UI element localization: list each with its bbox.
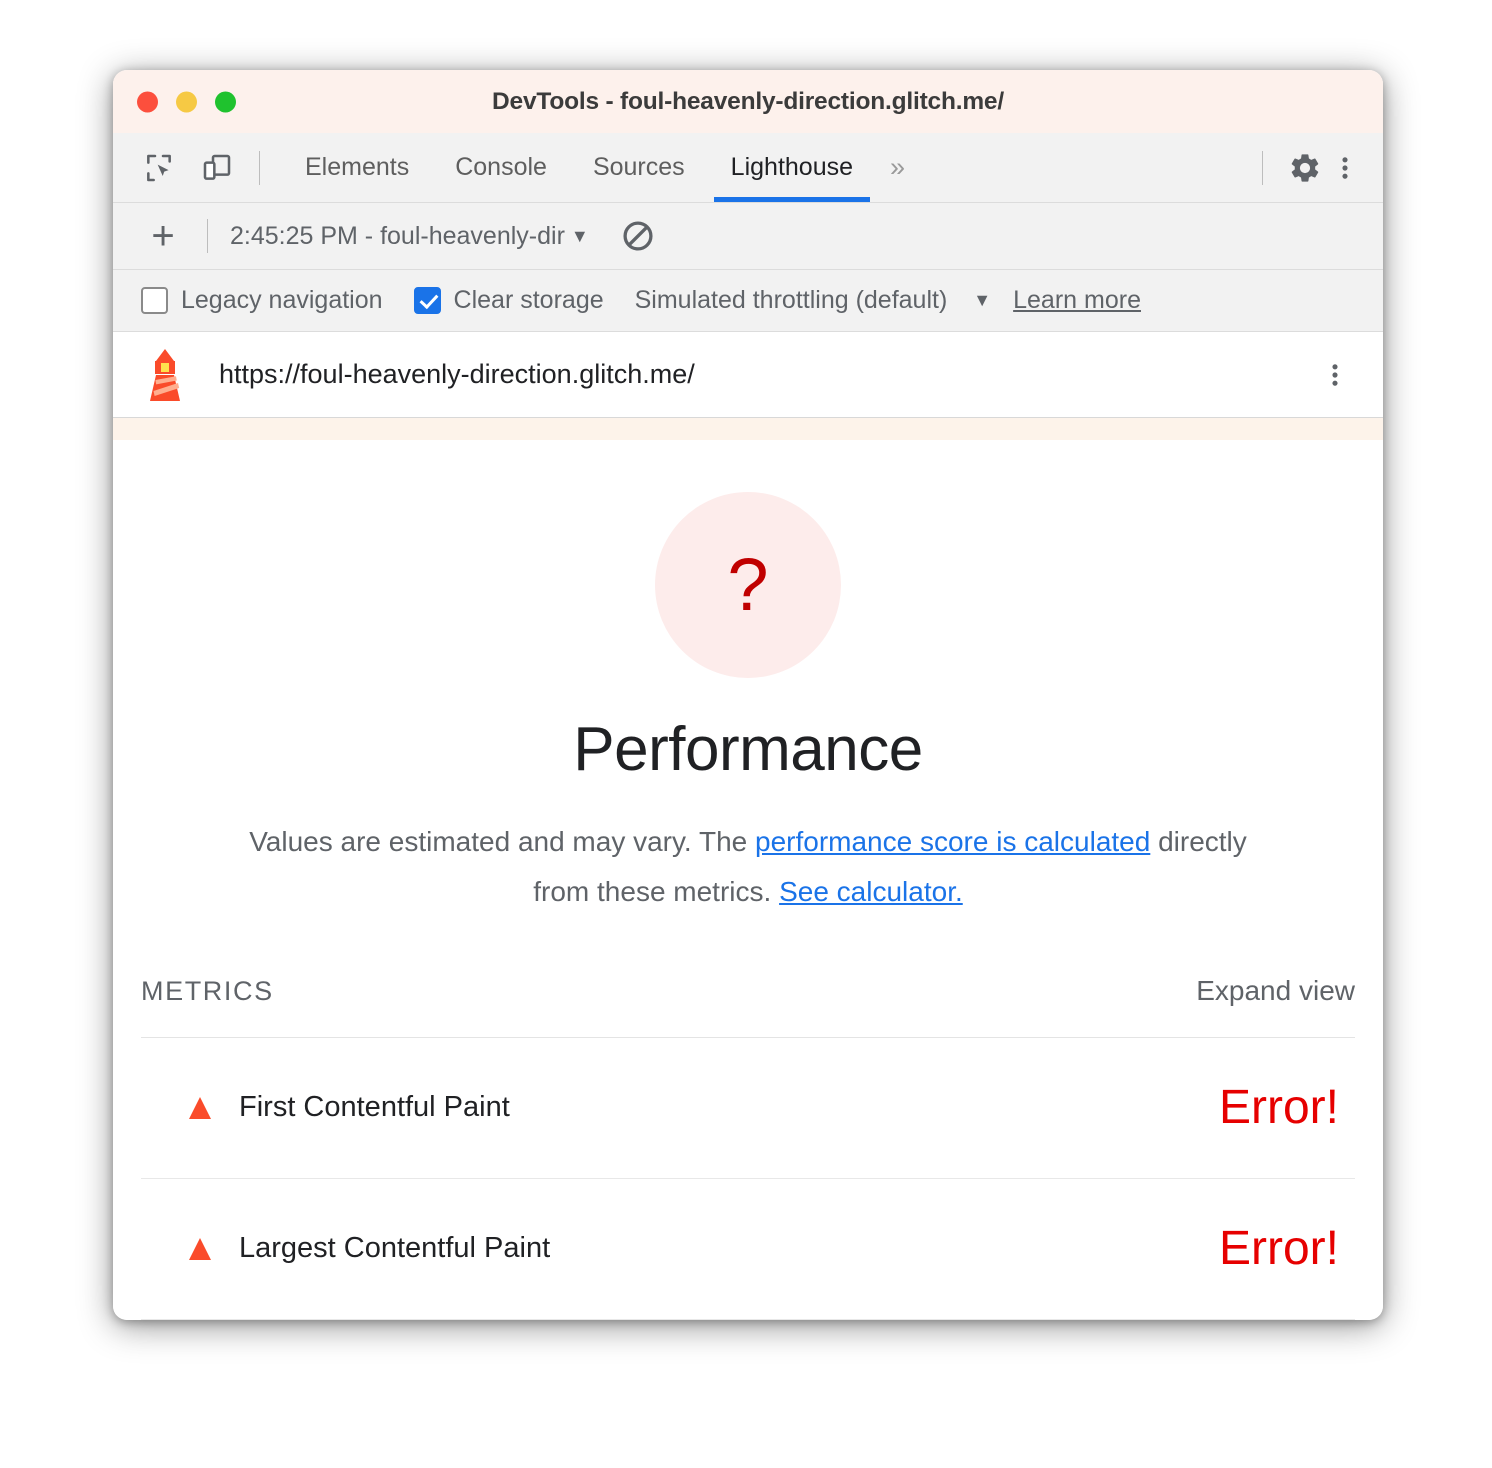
error-triangle-icon: [187, 1236, 213, 1262]
tab-elements[interactable]: Elements: [282, 133, 432, 202]
legacy-navigation-checkbox[interactable]: [141, 287, 168, 314]
devtools-window: DevTools - foul-heavenly-direction.glitc…: [113, 70, 1383, 1320]
performance-score-gauge: ?: [655, 492, 841, 678]
tab-sources[interactable]: Sources: [570, 133, 708, 202]
report-header-accent-band: [113, 418, 1383, 440]
category-description: Values are estimated and may vary. The p…: [243, 817, 1253, 917]
performance-score-link[interactable]: performance score is calculated: [755, 826, 1150, 857]
window-title: DevTools - foul-heavenly-direction.glitc…: [492, 87, 1004, 115]
clear-storage-label: Clear storage: [453, 286, 604, 314]
run-history-dropdown[interactable]: 2:45:25 PM - foul-heavenly-dir ▼: [230, 222, 589, 251]
close-button[interactable]: [137, 91, 158, 112]
clear-storage-checkbox[interactable]: [413, 287, 441, 314]
more-tabs-chevron-icon[interactable]: »: [876, 133, 919, 202]
expand-view-toggle[interactable]: Expand view: [1196, 975, 1355, 1007]
legacy-navigation-option[interactable]: Legacy navigation: [141, 286, 383, 315]
gear-icon[interactable]: [1285, 148, 1325, 188]
metric-label: Largest Contentful Paint: [239, 1232, 551, 1265]
minimize-button[interactable]: [176, 91, 197, 112]
table-row[interactable]: Largest Contentful Paint Error!: [141, 1179, 1355, 1320]
chevron-down-icon: ▼: [570, 225, 589, 246]
lighthouse-options-bar: Legacy navigation Clear storage Simulate…: [113, 270, 1383, 332]
run-history-value: 2:45:25 PM - foul-heavenly-dir: [230, 221, 565, 250]
lighthouse-icon: [143, 347, 193, 403]
throttling-dropdown[interactable]: Simulated throttling (default) ▼: [635, 286, 992, 315]
report-url: https://foul-heavenly-direction.glitch.m…: [219, 359, 695, 389]
inspect-element-icon[interactable]: [139, 148, 179, 188]
clear-reports-button[interactable]: [617, 215, 659, 257]
table-row[interactable]: First Contentful Paint Error!: [141, 1038, 1355, 1179]
error-triangle-icon: [187, 1095, 213, 1121]
window-titlebar: DevTools - foul-heavenly-direction.glitc…: [113, 70, 1383, 133]
tabbar-right-divider: [1262, 150, 1263, 185]
clear-storage-option[interactable]: Clear storage: [413, 286, 604, 315]
performance-score-value: ?: [727, 543, 769, 626]
runbar-divider: [207, 219, 208, 253]
metric-value: Error!: [1219, 1222, 1339, 1276]
see-calculator-link[interactable]: See calculator.: [779, 876, 963, 907]
chevron-down-icon: ▼: [973, 290, 992, 310]
window-controls: [137, 91, 236, 112]
devtools-tabbar: Elements Console Sources Lighthouse »: [113, 133, 1383, 203]
metrics-header: METRICS Expand view: [141, 975, 1355, 1038]
report-url-bar: https://foul-heavenly-direction.glitch.m…: [113, 332, 1383, 418]
tabbar-right-actions: [1240, 148, 1365, 188]
page-title: Performance: [573, 715, 923, 784]
tab-lighthouse[interactable]: Lighthouse: [708, 133, 876, 202]
metrics-section: METRICS Expand view First Contentful Pai…: [113, 975, 1383, 1320]
learn-more-link[interactable]: Learn more: [1013, 286, 1141, 315]
description-lead: Values are estimated and may vary. The: [249, 826, 756, 857]
report-menu-icon[interactable]: [1313, 353, 1357, 397]
lighthouse-report: ? Performance Values are estimated and m…: [113, 440, 1383, 1320]
legacy-navigation-label: Legacy navigation: [181, 286, 383, 314]
device-toolbar-icon[interactable]: [197, 148, 237, 188]
panel-tabs: Elements Console Sources Lighthouse »: [282, 133, 919, 202]
toolbar-icons: [139, 148, 237, 188]
throttling-value: Simulated throttling (default): [634, 286, 948, 314]
screenshot-canvas: DevTools - foul-heavenly-direction.glitc…: [0, 0, 1492, 1468]
metric-value: Error!: [1219, 1081, 1339, 1135]
lighthouse-runbar: + 2:45:25 PM - foul-heavenly-dir ▼: [113, 203, 1383, 270]
tab-console[interactable]: Console: [432, 133, 570, 202]
toolbar-divider: [259, 150, 260, 185]
new-report-button[interactable]: +: [141, 214, 185, 258]
more-vertical-icon[interactable]: [1325, 148, 1365, 188]
metrics-heading: METRICS: [141, 975, 274, 1006]
metric-label: First Contentful Paint: [239, 1091, 510, 1124]
maximize-button[interactable]: [215, 91, 236, 112]
